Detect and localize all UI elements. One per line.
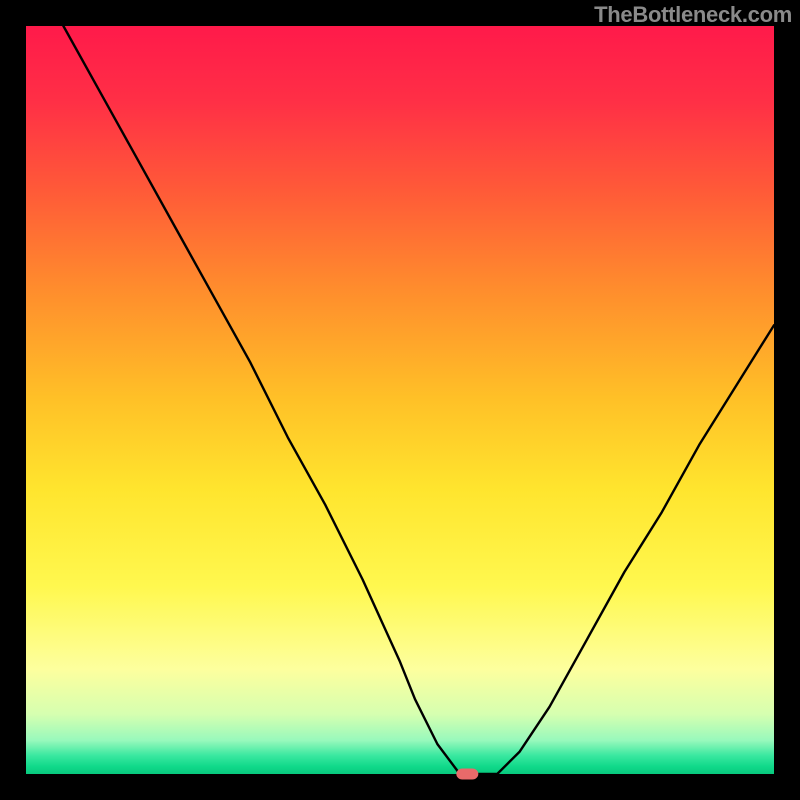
chart-wrapper: TheBottleneck.com	[0, 0, 800, 800]
optimal-marker	[456, 769, 478, 780]
bottleneck-chart	[0, 0, 800, 800]
watermark-text: TheBottleneck.com	[594, 2, 792, 28]
